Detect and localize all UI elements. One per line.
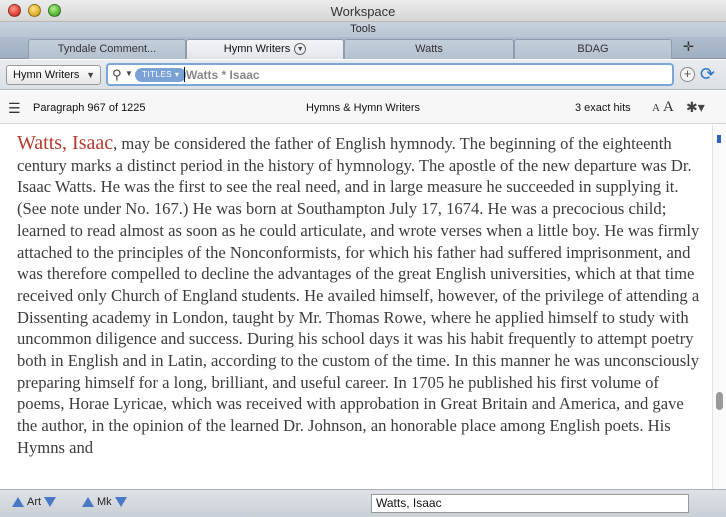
tab-bdag[interactable]: BDAG	[514, 39, 672, 59]
previous-milestone-icon[interactable]	[82, 497, 94, 508]
tab-label: Watts	[415, 43, 443, 55]
tab-menu-icon[interactable]: ▼	[294, 43, 307, 56]
resource-selector[interactable]: Hymn Writers ▼	[6, 65, 101, 85]
tab-label: Hymn Writers	[223, 43, 291, 55]
window-title: Workspace	[330, 4, 396, 19]
field-tag-pill[interactable]: TITLES ▾	[135, 68, 187, 82]
next-milestone-icon[interactable]	[114, 497, 127, 508]
next-article-icon[interactable]	[44, 497, 57, 508]
article-headword[interactable]: Watts, Isaac	[17, 132, 113, 154]
tab-bar: Tyndale Comment... Hymn Writers ▼ Watts B…	[0, 37, 726, 59]
bookmark-marker	[717, 135, 721, 143]
search-input[interactable]	[186, 67, 656, 83]
tools-menu[interactable]: Tools	[0, 22, 726, 37]
add-icon[interactable]: +	[680, 67, 695, 82]
increase-font-button[interactable]: A	[663, 99, 674, 115]
add-tab-icon[interactable]: ✛	[683, 39, 694, 55]
search-icon[interactable]: ⚲	[112, 67, 122, 83]
find-field[interactable]: Watts, Isaac	[371, 494, 689, 513]
bottom-bar: Art Mk Watts, Isaac	[0, 489, 726, 517]
title-bar: Workspace	[0, 0, 726, 22]
field-tag-label: TITLES	[142, 70, 173, 79]
scroll-thumb[interactable]	[716, 392, 723, 410]
gear-icon[interactable]: ✱▾	[686, 99, 705, 116]
tab-tyndale-commentary[interactable]: Tyndale Comment...	[28, 39, 186, 59]
article-pane[interactable]: Watts, Isaac, may be considered the fath…	[0, 125, 712, 489]
tab-label: Tyndale Comment...	[57, 43, 157, 55]
search-field[interactable]: ⚲ ▼ TITLES ▾	[106, 63, 674, 86]
article-text: , may be considered the father of Englis…	[17, 134, 700, 457]
previous-article-icon[interactable]	[12, 497, 24, 508]
tab-label: BDAG	[577, 43, 609, 55]
font-size-control: A A	[652, 99, 674, 116]
search-toolbar: Hymn Writers ▼ ⚲ ▼ TITLES ▾ + ⟳	[0, 60, 726, 90]
search-options-chevron-icon[interactable]: ▼	[125, 69, 133, 78]
resource-info-bar: ☰ Paragraph 967 of 1225 Hymns & Hymn Wri…	[0, 91, 726, 124]
sync-icon[interactable]: ⟳	[700, 64, 715, 85]
vertical-scrollbar[interactable]	[712, 125, 726, 489]
text-cursor	[184, 67, 185, 82]
tab-watts[interactable]: Watts	[344, 39, 514, 59]
article-nav: Art	[12, 496, 57, 509]
article-nav-label: Art	[27, 496, 42, 509]
milestone-nav: Mk	[82, 496, 127, 508]
chevron-down-icon: ▼	[86, 70, 95, 80]
resource-selector-label: Hymn Writers	[13, 69, 80, 81]
milestone-nav-label: Mk	[97, 496, 112, 509]
decrease-font-button[interactable]: A	[652, 102, 660, 114]
tab-hymn-writers[interactable]: Hymn Writers ▼	[186, 39, 344, 59]
article-body: Watts, Isaac, may be considered the fath…	[17, 132, 707, 459]
hits-count[interactable]: 3 exact hits	[575, 102, 631, 114]
